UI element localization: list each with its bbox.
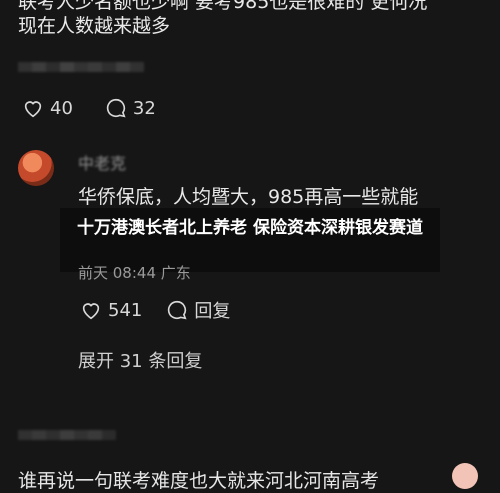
blurred-next-username	[18, 430, 116, 440]
comment-icon[interactable]	[105, 97, 127, 119]
reply-like-count: 541	[108, 299, 143, 321]
post-actions: 40 32	[22, 97, 156, 119]
reply-text: 华侨保底，人均暨大，985再高一些就能	[78, 186, 419, 208]
reply-username[interactable]: 中老克	[78, 150, 126, 174]
blurred-username	[18, 62, 144, 72]
reply-time: 前天 08:44	[78, 264, 156, 282]
avatar[interactable]	[18, 150, 54, 186]
heart-icon[interactable]	[22, 97, 44, 119]
emoji-icon	[452, 463, 478, 489]
reply-actions: 541 回复	[80, 297, 230, 323]
next-post-text: 谁再说一句联考难度也大就来河北河南高考	[18, 470, 380, 492]
reply-button[interactable]: 回复	[194, 297, 230, 323]
post-comment-count: 32	[132, 97, 156, 119]
reply-location: 广东	[160, 264, 191, 282]
post-like-count: 40	[50, 97, 73, 119]
reply-icon[interactable]	[166, 299, 188, 321]
reply-meta: 前天 08:44 广东	[78, 262, 191, 283]
post-text: 联考人少名额也少啊 要考985也是很难的 更何况 现在人数越来越多	[18, 0, 488, 38]
post-text-line-2: 现在人数越来越多	[18, 15, 171, 37]
heart-icon[interactable]	[80, 299, 102, 321]
post-text-line-1: 联考人少名额也少啊 要考985也是很难的 更何况	[18, 0, 428, 13]
expand-replies-button[interactable]: 展开 31 条回复	[78, 347, 202, 373]
